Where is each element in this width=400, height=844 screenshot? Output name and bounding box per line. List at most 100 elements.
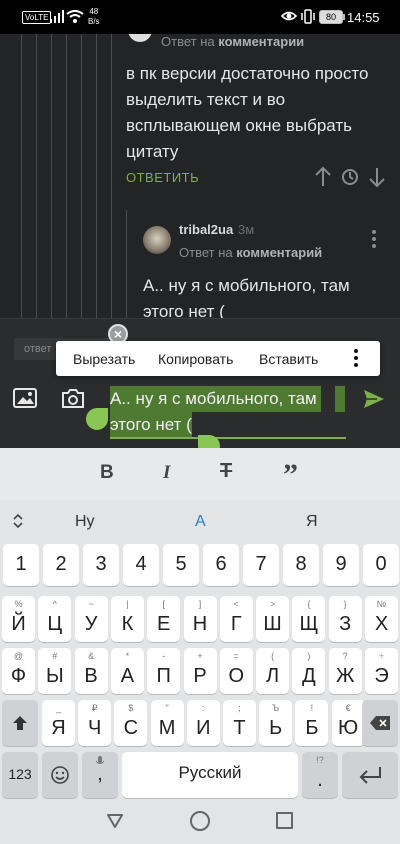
- recent-apps-icon[interactable]: [276, 812, 293, 829]
- thread-line: [66, 34, 67, 318]
- key-letter[interactable]: ! Б: [295, 700, 329, 746]
- key-2[interactable]: 2: [43, 544, 79, 586]
- copy-button[interactable]: Копировать: [158, 351, 233, 367]
- back-icon[interactable]: [106, 812, 124, 830]
- key-letter[interactable]: | К: [110, 596, 144, 642]
- key-letter[interactable]: ] Н: [183, 596, 217, 642]
- more-options-icon[interactable]: [372, 230, 378, 251]
- key-letter[interactable]: * А: [110, 648, 144, 694]
- arrow-up-icon[interactable]: [313, 166, 333, 188]
- key-letter[interactable]: % Й: [2, 596, 35, 642]
- avatar[interactable]: [128, 34, 152, 42]
- key-letter[interactable]: > Ш: [256, 596, 290, 642]
- key-letter[interactable]: ÷ Э: [365, 648, 398, 694]
- space-key[interactable]: Русский: [122, 752, 298, 798]
- suggestion-word[interactable]: Я: [306, 513, 318, 531]
- key-letter[interactable]: " М: [150, 700, 184, 746]
- key-7[interactable]: 7: [243, 544, 279, 586]
- username[interactable]: tribal2ua: [179, 222, 233, 237]
- comment-time: 3м: [238, 222, 255, 237]
- strikethrough-button[interactable]: T: [220, 460, 232, 483]
- key-letter[interactable]: ₽ Ч: [78, 700, 112, 746]
- wifi-icon: [66, 10, 84, 23]
- suggestion-word[interactable]: Ну: [75, 513, 95, 531]
- suggestion-bar: Ну А Я: [0, 500, 400, 542]
- key-letter[interactable]: ) Д: [292, 648, 326, 694]
- key-letter[interactable]: (Л: [256, 648, 290, 694]
- key-letter[interactable]: & В: [74, 648, 108, 694]
- key-letter[interactable]: № Х: [365, 596, 398, 642]
- volte-indicator: VoLTE: [22, 11, 52, 24]
- key-8[interactable]: 8: [283, 544, 319, 586]
- reply-reference[interactable]: Ответ на комментарий: [179, 245, 322, 260]
- key-letter[interactable]: ; Т: [223, 700, 256, 746]
- comment-text: в пк версии достаточно просто выделить т…: [126, 64, 369, 161]
- key-letter[interactable]: _ Я: [42, 700, 75, 746]
- status-bar: VoLTE 48 B/s 80 14:55: [0, 0, 400, 34]
- shift-key[interactable]: [2, 700, 38, 746]
- message-input[interactable]: А.. ну я с мобильного, там этого нет (: [110, 386, 350, 438]
- camera-icon[interactable]: [61, 387, 85, 409]
- key-letter[interactable]: @ Ф: [2, 648, 35, 694]
- thread-line: [81, 34, 82, 318]
- comment-composer: ответ × А.. ну я с мобильного, там этого…: [0, 318, 400, 457]
- key-letter[interactable]: < Г: [219, 596, 253, 642]
- thread-line: [96, 34, 97, 318]
- key-9[interactable]: 9: [323, 544, 359, 586]
- navigation-bar: [0, 800, 400, 844]
- reply-button[interactable]: ОТВЕТИТЬ: [126, 170, 199, 185]
- arrow-down-icon[interactable]: [367, 166, 387, 188]
- italic-button[interactable]: I: [163, 462, 170, 484]
- key-letter[interactable]: + Р: [183, 648, 217, 694]
- numbers-key[interactable]: 123: [2, 752, 38, 798]
- key-letter[interactable]: # Ы: [38, 648, 72, 694]
- key-letter[interactable]: ^ Ц: [38, 596, 72, 642]
- shift-icon: [13, 716, 27, 730]
- reply-reference[interactable]: Ответ на комментарии: [161, 34, 304, 49]
- clock-icon[interactable]: [341, 168, 359, 186]
- more-options-icon[interactable]: [354, 349, 360, 370]
- key-letter[interactable]: -П: [147, 648, 181, 694]
- cut-button[interactable]: Вырезать: [73, 351, 135, 367]
- quote-button[interactable]: ”: [283, 458, 298, 492]
- emoji-icon: [51, 766, 69, 784]
- key-3[interactable]: 3: [83, 544, 119, 586]
- suggestion-word[interactable]: А: [195, 513, 206, 531]
- key-letter[interactable]: $ С: [114, 700, 148, 746]
- text-selection-menu: Вырезать Копировать Вставить: [56, 341, 380, 376]
- key-letter[interactable]: € Ю: [331, 700, 365, 746]
- avatar[interactable]: [143, 226, 171, 254]
- bold-button[interactable]: B: [100, 462, 114, 484]
- key-letter[interactable]: ЪЬ: [259, 700, 293, 746]
- image-icon[interactable]: [13, 388, 37, 408]
- comma-key[interactable]: ,: [82, 752, 118, 798]
- key-1[interactable]: 1: [3, 544, 39, 586]
- enter-key[interactable]: [342, 752, 398, 798]
- key-letter[interactable]: } З: [328, 596, 362, 642]
- key-letter[interactable]: :И: [186, 700, 220, 746]
- paste-button[interactable]: Вставить: [259, 351, 318, 367]
- key-4[interactable]: 4: [123, 544, 159, 586]
- thread-line: [111, 34, 112, 318]
- key-6[interactable]: 6: [203, 544, 239, 586]
- key-letter[interactable]: {Щ: [292, 596, 326, 642]
- key-letter[interactable]: = О: [219, 648, 253, 694]
- backspace-key[interactable]: [362, 700, 398, 746]
- thread-line: [36, 34, 37, 318]
- eye-comfort-icon: [281, 11, 297, 21]
- period-key[interactable]: !?.: [302, 752, 338, 798]
- key-0[interactable]: 0: [363, 544, 399, 586]
- home-icon[interactable]: [190, 811, 210, 831]
- emoji-key[interactable]: [42, 752, 78, 798]
- battery-icon: 80: [319, 10, 343, 24]
- comments-thread[interactable]: Ответ на комментарии в пк версии достато…: [0, 34, 400, 318]
- battery-tip: [343, 14, 345, 20]
- key-letter[interactable]: ? Ж: [328, 648, 362, 694]
- key-5[interactable]: 5: [163, 544, 199, 586]
- key-letter[interactable]: [Е: [147, 596, 181, 642]
- signal-icon: [50, 10, 64, 23]
- selection-handle-start[interactable]: [86, 408, 108, 430]
- chevron-up-down-icon[interactable]: [12, 513, 24, 529]
- send-icon[interactable]: [363, 389, 385, 409]
- key-letter[interactable]: ~ У: [74, 596, 108, 642]
